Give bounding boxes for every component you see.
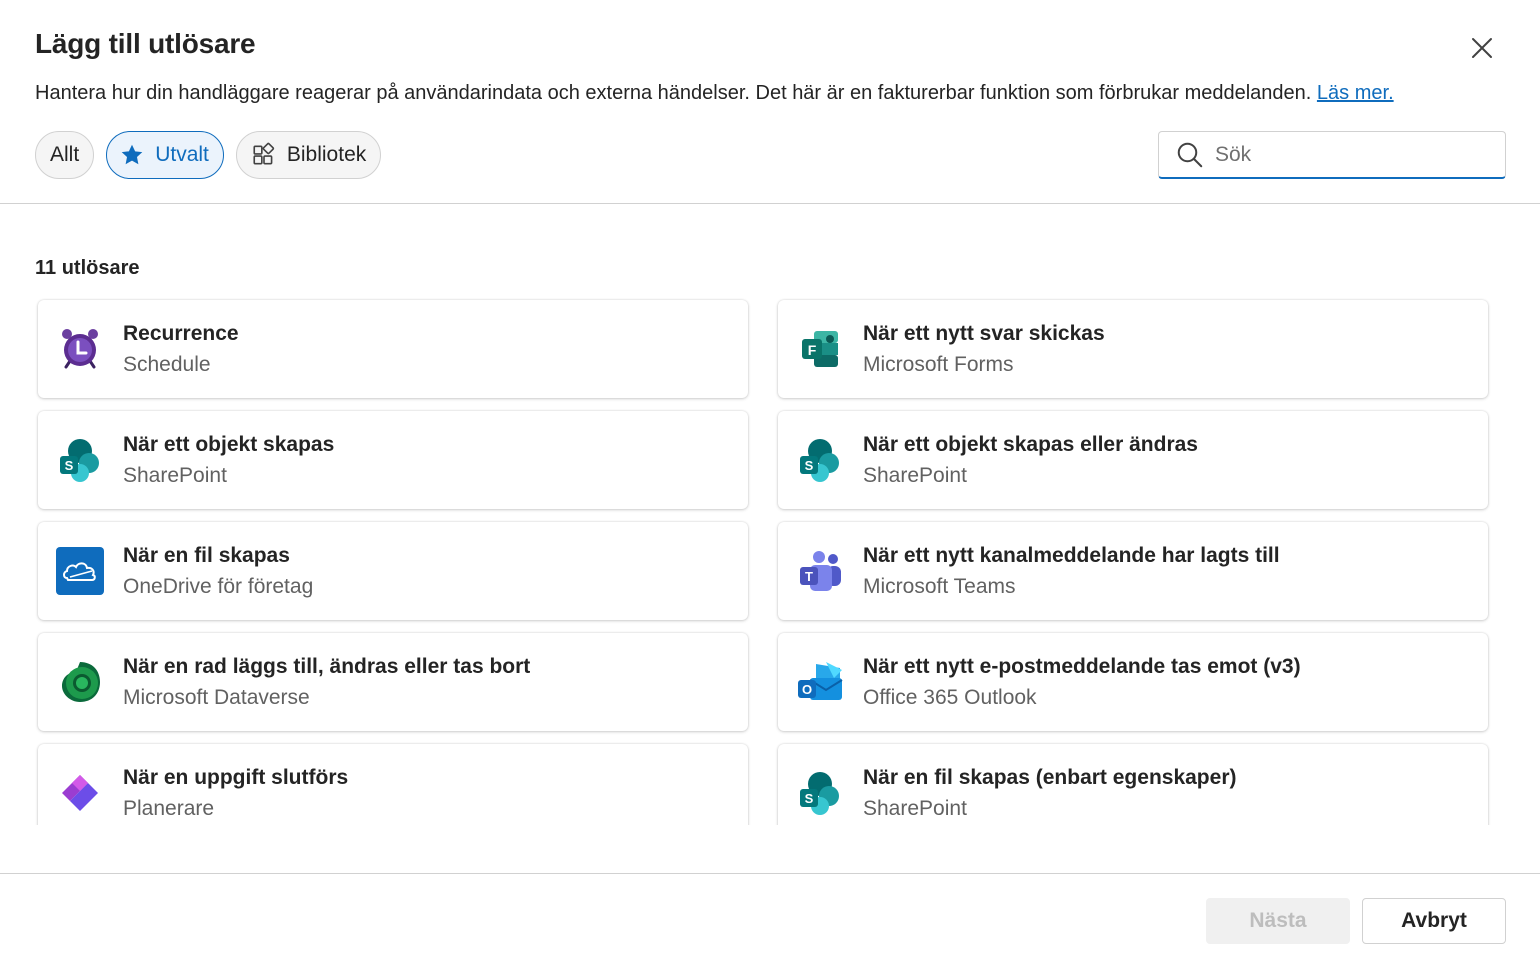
- svg-text:S: S: [805, 458, 814, 473]
- filter-featured-label: Utvalt: [155, 143, 209, 166]
- trigger-card[interactable]: När en rad läggs till, ändras eller tas …: [38, 633, 748, 731]
- trigger-title: När ett objekt skapas: [123, 433, 335, 456]
- trigger-card[interactable]: Recurrence Schedule: [38, 300, 748, 398]
- learn-more-link[interactable]: Läs mer.: [1317, 82, 1394, 104]
- forms-icon: F: [794, 325, 846, 373]
- trigger-connector: OneDrive för företag: [123, 575, 314, 598]
- teams-icon: T: [794, 547, 846, 595]
- planner-icon: [54, 769, 106, 817]
- star-icon: [121, 144, 143, 165]
- trigger-title: När ett nytt e-postmeddelande tas emot (…: [863, 655, 1301, 678]
- trigger-connector: Microsoft Dataverse: [123, 686, 310, 709]
- filter-all[interactable]: Allt: [35, 131, 95, 179]
- outlook-icon: O: [794, 658, 846, 706]
- header-divider: [0, 203, 1540, 204]
- trigger-title: När en uppgift slutförs: [123, 766, 349, 789]
- trigger-connector: SharePoint: [123, 464, 227, 487]
- svg-text:F: F: [808, 342, 817, 358]
- trigger-card[interactable]: När en uppgift slutförs Planerare: [38, 744, 748, 825]
- library-icon: [253, 142, 274, 165]
- trigger-title: När ett objekt skapas eller ändras: [863, 433, 1198, 456]
- trigger-title: Recurrence: [123, 322, 239, 345]
- dataverse-icon: [54, 658, 106, 706]
- svg-text:O: O: [802, 682, 812, 697]
- search-icon: [1177, 142, 1203, 167]
- trigger-connector: SharePoint: [863, 797, 967, 820]
- svg-text:S: S: [805, 791, 814, 806]
- dialog-title: Lägg till utlösare: [35, 28, 256, 59]
- sharepoint-icon: S: [794, 769, 846, 817]
- filter-pills: Allt Utvalt Bibliotek: [35, 131, 382, 179]
- trigger-title: När en fil skapas: [123, 544, 290, 567]
- trigger-count: 11 utlösare: [35, 257, 140, 279]
- close-button[interactable]: [1462, 28, 1502, 68]
- trigger-connector: Microsoft Teams: [863, 575, 1016, 598]
- description-text: Hantera hur din handläggare reagerar på …: [35, 82, 1312, 104]
- svg-text:S: S: [65, 458, 74, 473]
- filter-library[interactable]: Bibliotek: [235, 131, 382, 179]
- filter-library-label: Bibliotek: [286, 143, 367, 166]
- trigger-card[interactable]: O När ett nytt e-postmeddelande tas emot …: [778, 633, 1488, 731]
- trigger-connector: Schedule: [123, 353, 211, 376]
- search-input[interactable]: [1215, 142, 1485, 167]
- sharepoint-icon: S: [54, 436, 106, 484]
- trigger-list[interactable]: Recurrence Schedule F När ett nytt svar sk…: [30, 292, 1500, 825]
- trigger-title: När ett nytt kanalmeddelande har lagts t…: [863, 544, 1280, 567]
- trigger-card[interactable]: T När ett nytt kanalmeddelande har lagts …: [778, 522, 1488, 620]
- trigger-card[interactable]: F När ett nytt svar skickas Microsoft Form…: [778, 300, 1488, 398]
- trigger-connector: Office 365 Outlook: [863, 686, 1037, 709]
- trigger-card[interactable]: S När ett objekt skapas SharePoint: [38, 411, 748, 509]
- clock-icon: [54, 325, 106, 373]
- trigger-connector: Planerare: [123, 797, 215, 820]
- trigger-connector: SharePoint: [863, 464, 967, 487]
- dialog-description: Hantera hur din handläggare reagerar på …: [35, 82, 1394, 105]
- add-trigger-dialog: Lägg till utlösare Hantera hur din handl…: [0, 0, 1540, 970]
- onedrive-icon: [54, 547, 106, 595]
- trigger-card[interactable]: När en fil skapas OneDrive för företag: [38, 522, 748, 620]
- svg-text:T: T: [805, 569, 813, 584]
- trigger-card[interactable]: S När en fil skapas (enbart egenskaper) Sh…: [778, 744, 1488, 825]
- footer-divider: [0, 873, 1540, 874]
- next-button[interactable]: Nästa: [1206, 898, 1350, 944]
- trigger-connector: Microsoft Forms: [863, 353, 1014, 376]
- sharepoint-icon: S: [794, 436, 846, 484]
- trigger-card[interactable]: S När ett objekt skapas eller ändras Share…: [778, 411, 1488, 509]
- filter-all-label: Allt: [50, 143, 80, 166]
- trigger-title: När ett nytt svar skickas: [863, 322, 1105, 345]
- search-box: [1158, 131, 1506, 179]
- trigger-title: När en fil skapas (enbart egenskaper): [863, 766, 1237, 789]
- trigger-title: När en rad läggs till, ändras eller tas …: [123, 655, 531, 678]
- cancel-button[interactable]: Avbryt: [1362, 898, 1506, 944]
- filter-featured[interactable]: Utvalt: [106, 131, 224, 179]
- close-icon: [1472, 38, 1492, 58]
